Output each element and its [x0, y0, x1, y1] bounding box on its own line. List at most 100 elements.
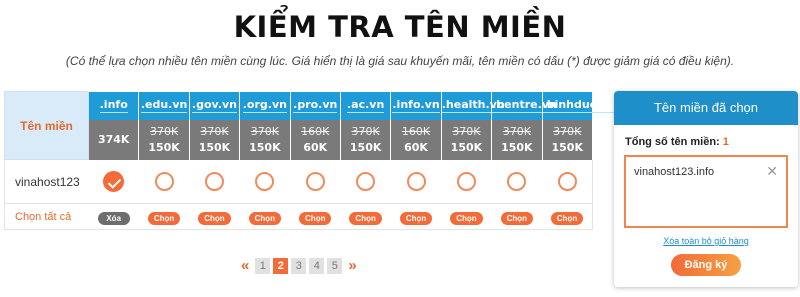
- domain-column-header: Tên miền: [4, 91, 89, 160]
- select-button[interactable]: Chọn: [299, 211, 332, 225]
- page-5[interactable]: 5: [327, 257, 343, 274]
- price-cell: 370K 150K: [188, 119, 241, 160]
- price-cell: 370K 150K: [491, 119, 543, 160]
- radio-icon[interactable]: [507, 171, 527, 191]
- price-old: 370K: [149, 124, 179, 138]
- cart-title: Tên miền đã chọn: [614, 91, 798, 125]
- price-new: 150K: [249, 140, 281, 154]
- domain-name-label: vinahost123: [4, 159, 89, 204]
- ext-header: .bentre.vn: [491, 91, 557, 120]
- price-old: 370K: [200, 124, 229, 138]
- price-cell: 370K 150K: [239, 119, 291, 160]
- price-cell: 374K: [87, 119, 140, 160]
- price-old: 370K: [502, 124, 531, 138]
- radio-cell: [138, 159, 190, 204]
- ext-header: .info.vn: [390, 91, 442, 120]
- action-cell: Chọn: [491, 203, 543, 230]
- select-button[interactable]: Chọn: [349, 211, 382, 225]
- price-new: 60K: [404, 140, 428, 154]
- price-cell: 370K 150K: [138, 119, 190, 160]
- radio-icon[interactable]: [255, 171, 275, 191]
- pagination: « 1 2 3 4 5 »: [238, 257, 360, 274]
- select-button[interactable]: Chọn: [450, 211, 483, 225]
- checked-radio-icon[interactable]: [103, 170, 125, 192]
- select-button[interactable]: Chọn: [198, 211, 231, 225]
- radio-cell: [189, 159, 240, 204]
- action-cell: Chọn: [340, 203, 391, 230]
- price-old: 370K: [351, 124, 380, 138]
- cart-item: vinahost123.info: [634, 166, 715, 178]
- action-cell: Chọn: [441, 203, 492, 230]
- selected-domains-panel: Tên miền đã chọn Tổng số tên miền: 1 vin…: [614, 91, 798, 287]
- price-old: 160K: [401, 124, 431, 138]
- radio-icon[interactable]: [204, 171, 224, 191]
- action-cell: Xóa: [88, 203, 139, 230]
- radio-cell: [239, 159, 291, 204]
- price-cell: 160K 60K: [390, 119, 442, 160]
- radio-cell: [441, 159, 492, 204]
- page-3[interactable]: 3: [291, 257, 307, 274]
- next-page-icon[interactable]: »: [345, 257, 359, 274]
- radio-cell: [542, 159, 594, 204]
- price-new: 150K: [551, 140, 584, 154]
- radio-icon[interactable]: [154, 171, 174, 191]
- action-cell: Chọn: [189, 203, 240, 230]
- price-old: 160K: [301, 124, 330, 138]
- remove-button[interactable]: Xóa: [97, 211, 130, 225]
- ext-header: .binhduong.vn: [541, 91, 633, 120]
- action-cell: Chọn: [239, 203, 291, 230]
- select-button[interactable]: Chọn: [500, 211, 534, 225]
- price-cell: 370K 150K: [541, 119, 594, 160]
- radio-icon[interactable]: [557, 171, 577, 191]
- action-cell: Chọn: [138, 203, 190, 230]
- price-new: 150K: [501, 140, 533, 154]
- register-button[interactable]: Đăng ký: [671, 254, 741, 276]
- radio-cell: [290, 159, 341, 204]
- radio-cell: [390, 159, 442, 204]
- price-new: 150K: [198, 140, 231, 154]
- action-cell: Chọn: [542, 203, 594, 230]
- ext-header: .gov.vn: [188, 91, 241, 120]
- action-cell: Chọn: [290, 203, 341, 230]
- select-all-link[interactable]: Chọn tất cả: [4, 203, 89, 230]
- select-button[interactable]: Chọn: [399, 211, 433, 225]
- ext-header: .ac.vn: [339, 91, 392, 120]
- ext-header: .pro.vn: [289, 91, 341, 120]
- page-subtitle: (Có thể lựa chọn nhiều tên miền cùng lúc…: [65, 54, 735, 68]
- price-new: 60K: [303, 140, 328, 154]
- domain-table: Tên miền .info .edu.vn .gov.vn .org.vn .…: [4, 91, 633, 230]
- radio-icon[interactable]: [456, 171, 476, 191]
- select-button[interactable]: Chọn: [248, 211, 282, 225]
- page-title: KIỂM TRA TÊN MIỀN: [233, 10, 567, 44]
- clear-cart-link[interactable]: Xóa toàn bộ giỏ hàng: [614, 236, 798, 246]
- radio-cell: [491, 159, 543, 204]
- radio-cell: [340, 159, 391, 204]
- action-cell: Chọn: [390, 203, 442, 230]
- select-button[interactable]: Chọn: [147, 211, 181, 225]
- price-old: 370K: [452, 124, 481, 138]
- close-icon[interactable]: ✕: [766, 163, 778, 180]
- radio-icon[interactable]: [305, 171, 325, 191]
- ext-header: .info: [87, 91, 140, 120]
- price-old: 370K: [553, 124, 582, 138]
- price-cell: 370K 150K: [339, 119, 392, 160]
- prev-page-icon[interactable]: «: [238, 257, 252, 274]
- price-cell: 160K 60K: [289, 119, 341, 160]
- price-new: 374K: [97, 132, 130, 146]
- price-new: 150K: [450, 140, 483, 154]
- ext-header: .edu.vn: [138, 91, 190, 120]
- price-cell: 370K 150K: [440, 119, 493, 160]
- price-old: 370K: [250, 124, 279, 138]
- cart-list: vinahost123.info ✕: [624, 155, 788, 228]
- ext-header: .org.vn: [239, 91, 291, 120]
- page-4[interactable]: 4: [309, 257, 325, 274]
- cart-count-value: 1: [722, 136, 729, 148]
- page-1[interactable]: 1: [255, 257, 271, 274]
- cart-count: Tổng số tên miền: 1: [625, 136, 729, 148]
- radio-icon[interactable]: [406, 171, 426, 191]
- page-2-current[interactable]: 2: [273, 257, 289, 274]
- radio-cell: [88, 159, 139, 204]
- radio-icon[interactable]: [356, 171, 376, 191]
- select-button[interactable]: Chọn: [550, 211, 584, 225]
- price-new: 150K: [148, 140, 180, 154]
